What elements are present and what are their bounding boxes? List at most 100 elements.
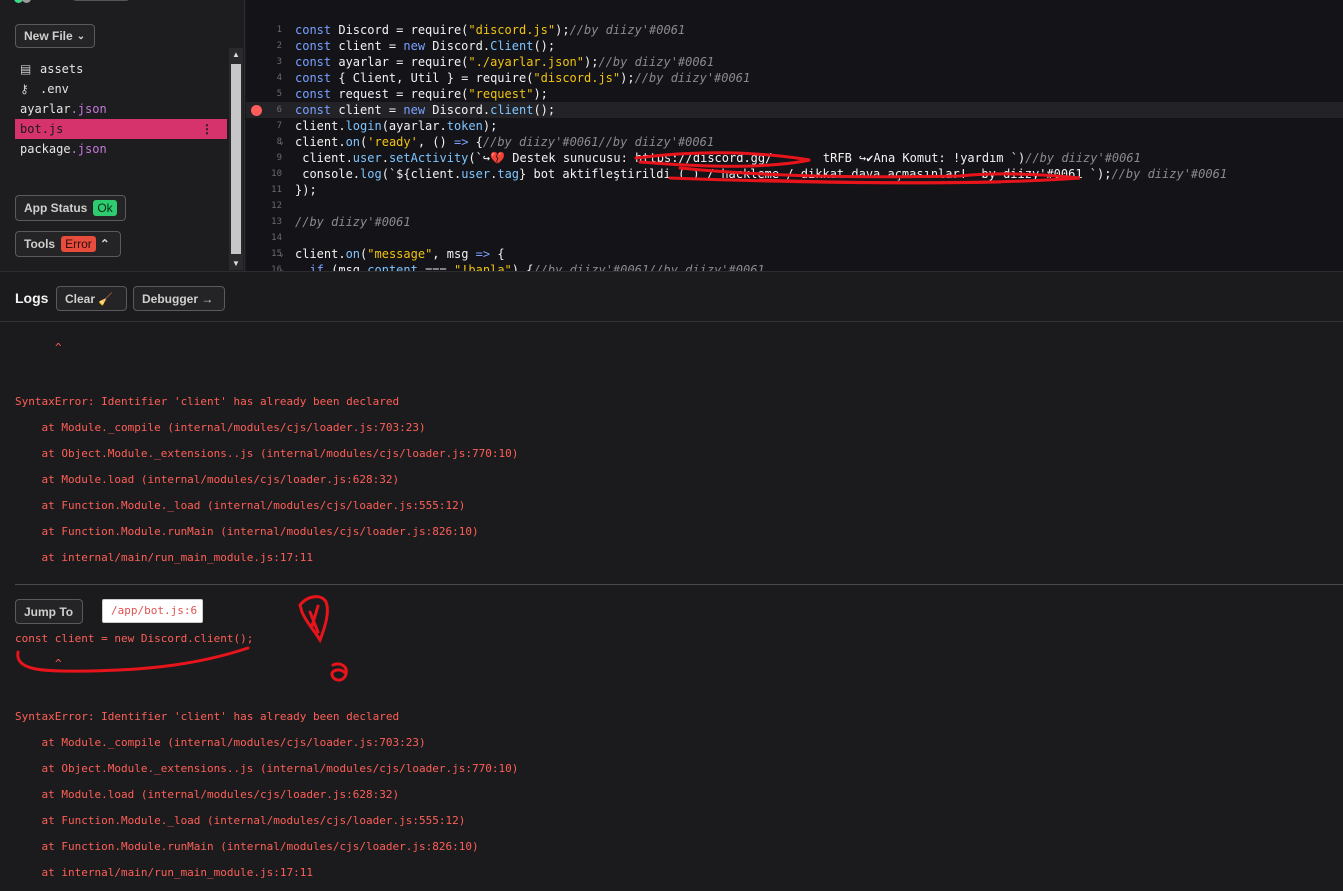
log-line: at Module._compile (internal/modules/cjs… xyxy=(15,736,426,749)
code-line[interactable]: 2 const client = new Discord.Client(); xyxy=(246,38,1343,54)
debugger-button[interactable]: Debugger → xyxy=(133,286,225,311)
code-line[interactable]: 1 const Discord = require("discord.js");/… xyxy=(246,22,1343,38)
file-name: package xyxy=(20,142,71,156)
code-text: client.on("message", msg => { xyxy=(295,247,505,261)
fold-chevron-icon[interactable]: ⌄ xyxy=(279,246,284,262)
clear-logs-button[interactable]: Clear 🧹 xyxy=(56,286,127,311)
code-line[interactable]: 8 ⌄ client.on('ready', () => {//by diizy'#… xyxy=(246,134,1343,150)
log-line: at Module._compile (internal/modules/cjs… xyxy=(15,421,426,434)
archive-icon: ▤ xyxy=(20,62,32,76)
log-line: at Module.load (internal/modules/cjs/loa… xyxy=(15,473,400,486)
file-item-bot-js[interactable]: bot.js ⋮ xyxy=(15,119,227,139)
log-line: SyntaxError: Identifier 'client' has alr… xyxy=(15,710,400,723)
log-line: at Function.Module._load (internal/modul… xyxy=(15,814,466,827)
fold-chevron-icon[interactable]: ⌄ xyxy=(279,134,284,150)
log-source-line: const client = new Discord.client(); xyxy=(15,632,254,645)
exclamation-doodle xyxy=(298,595,348,682)
code-text: client.login(ayarlar.token); xyxy=(295,119,498,133)
log-caret: ^ xyxy=(55,657,62,670)
tools-label: Tools xyxy=(24,237,56,251)
new-file-button[interactable]: New File ⌄ xyxy=(15,24,95,48)
code-line[interactable]: 5 const request = require("request"); xyxy=(246,86,1343,102)
log-separator xyxy=(15,584,1343,585)
logo-icon xyxy=(22,0,31,3)
fold-chevron-icon[interactable]: ⌄ xyxy=(279,262,284,271)
line-number: 3 xyxy=(276,57,282,67)
chevron-up-icon: ⌃ xyxy=(99,237,110,251)
log-caret: ^ xyxy=(55,341,62,354)
log-line: at Object.Module._extensions..js (intern… xyxy=(15,762,519,775)
sidebar-scrollbar[interactable]: ▲ ▼ xyxy=(229,48,243,270)
code-line[interactable]: 6 const client = new Discord.client(); xyxy=(246,102,1343,118)
file-item-assets[interactable]: ▤ assets xyxy=(15,59,227,79)
file-name: assets xyxy=(40,62,84,76)
code-line[interactable]: 12 xyxy=(246,198,1343,214)
code-text: console.log(`${client.user.tag} bot akti… xyxy=(295,167,1228,181)
log-line: at Module.load (internal/modules/cjs/loa… xyxy=(15,788,400,801)
file-name: ayarlar xyxy=(20,102,71,116)
toolbar-button-fragment[interactable] xyxy=(72,0,130,1)
code-line[interactable]: 16 ⌄ if (msg.content === "!banla") {//by … xyxy=(246,262,1343,271)
line-number: 12 xyxy=(271,201,282,211)
code-text: client.on('ready', () => {//by diizy'#00… xyxy=(295,135,715,149)
code-text: const client = new Discord.client(); xyxy=(295,103,556,117)
line-number: 5 xyxy=(276,89,282,99)
key-icon: ⚷ xyxy=(20,82,29,96)
file-name: .env xyxy=(40,82,69,96)
code-line[interactable]: 7 client.login(ayarlar.token); xyxy=(246,118,1343,134)
line-number: 13 xyxy=(271,217,282,227)
line-number: 9 xyxy=(276,153,282,163)
line-number: 7 xyxy=(276,121,282,131)
tools-button[interactable]: Tools Error ⌃ xyxy=(15,231,121,257)
log-line: at Function.Module._load (internal/modul… xyxy=(15,499,466,512)
code-line[interactable]: 10 console.log(`${client.user.tag} bot a… xyxy=(246,166,1343,182)
file-item-env[interactable]: ⚷ .env xyxy=(15,79,227,99)
code-line[interactable]: 9 client.user.setActivity(`↪💔 Destek sun… xyxy=(246,150,1343,166)
code-text: //by diizy'#0061 xyxy=(295,215,411,229)
code-line[interactable]: 4 const { Client, Util } = require("disco… xyxy=(246,70,1343,86)
scroll-down-icon[interactable]: ▼ xyxy=(232,259,240,268)
file-ext: .json xyxy=(70,102,107,116)
app-status-label: App Status xyxy=(24,201,88,215)
logs-title: Logs xyxy=(15,290,49,306)
file-item-ayarlar-json[interactable]: ayarlar.json xyxy=(15,99,227,119)
line-number: 14 xyxy=(271,233,282,243)
line-number: 4 xyxy=(276,73,282,83)
file-item-package-json[interactable]: package.json xyxy=(15,139,227,159)
underline-scribble xyxy=(16,646,250,673)
code-editor[interactable]: 1 const Discord = require("discord.js");/… xyxy=(246,0,1343,271)
log-line: at internal/main/run_main_module.js:17:1… xyxy=(15,866,314,879)
line-number: 2 xyxy=(276,41,282,51)
code-text: client.user.setActivity(`↪💔 Destek sunuc… xyxy=(295,151,1141,165)
scroll-up-icon[interactable]: ▲ xyxy=(232,50,240,59)
new-file-label: New File xyxy=(24,29,73,43)
log-line: at Function.Module.runMain (internal/mod… xyxy=(15,840,479,853)
more-options-icon[interactable]: ⋮ xyxy=(201,119,213,139)
file-name: bot xyxy=(20,122,42,136)
code-line[interactable]: 14 xyxy=(246,230,1343,246)
logs-toolbar: Logs Clear 🧹 Debugger → xyxy=(0,271,1343,322)
error-location-link[interactable]: /app/bot.js:6 xyxy=(102,599,203,623)
code-text: const { Client, Util } = require("discor… xyxy=(295,71,751,85)
file-sidebar: New File ⌄ ▤ assets ⚷ .env ayarlar.json bo… xyxy=(0,0,245,271)
line-number: 10 xyxy=(271,169,282,179)
log-line: at Function.Module.runMain (internal/mod… xyxy=(15,525,479,538)
line-number: 6 xyxy=(276,105,282,115)
code-text: }); xyxy=(295,183,317,197)
code-text: if (msg.content === "!banla") {//by diiz… xyxy=(309,263,765,271)
file-ext: .json xyxy=(70,142,107,156)
log-line: SyntaxError: Identifier 'client' has alr… xyxy=(15,395,400,408)
scrollbar-thumb[interactable] xyxy=(231,64,241,254)
app-status-button[interactable]: App Status Ok xyxy=(15,195,126,221)
code-line[interactable]: 3 const ayarlar = require("./ayarlar.json… xyxy=(246,54,1343,70)
jump-to-button[interactable]: Jump To xyxy=(15,599,83,624)
code-text: const client = new Discord.Client(); xyxy=(295,39,556,53)
code-line[interactable]: 13 //by diizy'#0061 xyxy=(246,214,1343,230)
code-line[interactable]: 15 ⌄ client.on("message", msg => { xyxy=(246,246,1343,262)
log-line: at internal/main/run_main_module.js:17:1… xyxy=(15,551,314,564)
line-number: 11 xyxy=(271,185,282,195)
code-text: const request = require("request"); xyxy=(295,87,548,101)
chevron-down-icon: ⌄ xyxy=(76,30,86,42)
code-line[interactable]: 11}); xyxy=(246,182,1343,198)
file-ext: .js xyxy=(41,122,64,136)
